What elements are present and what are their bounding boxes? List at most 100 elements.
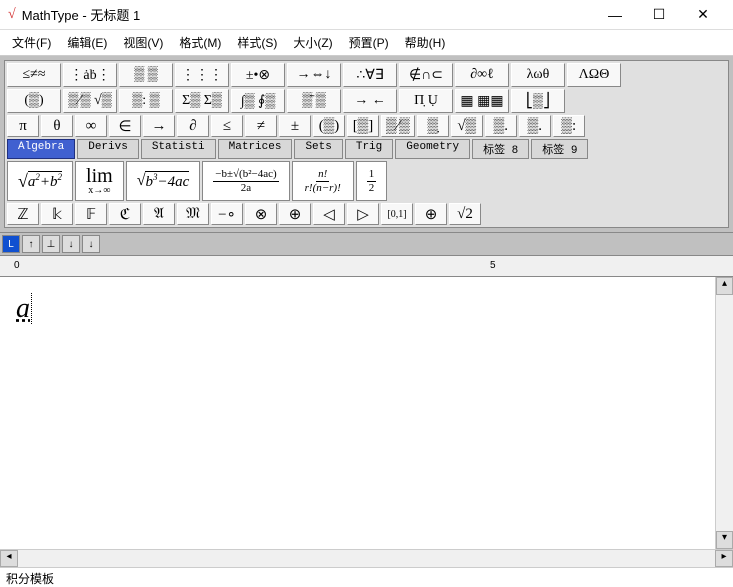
spaces-ellipses-button[interactable]: ⋮ȧḃ⋮ [63,63,117,87]
integral-templates-button[interactable]: ∫▒ ∮▒ [231,89,285,113]
set-theory-button[interactable]: ∉∩⊂ [399,63,453,87]
frak-f-button[interactable]: 𝔽 [75,203,107,225]
paren-slot-button[interactable]: (▒) [313,115,345,137]
menu-size[interactable]: 大小(Z) [285,32,340,53]
fraction-radical-button[interactable]: ▒⁄▒ √▒ [63,89,117,113]
category-tabs: Algebra Derivs Statisti Matrices Sets Tr… [7,139,726,159]
smalltab-3[interactable]: ⊥ [42,235,60,253]
scroll-up-icon[interactable]: ▴ [716,277,733,295]
box-templates-button[interactable]: ⎣▒⎦ [511,89,565,113]
scroll-right-icon[interactable]: ▸ [715,550,733,567]
arrow-symbols-button[interactable]: →⇔↓ [287,63,341,87]
tab-matrices[interactable]: Matrices [218,139,293,159]
limit-button[interactable]: limx→∞ [75,161,124,201]
menu-preferences[interactable]: 预置(P) [341,32,397,53]
fence-templates-button[interactable]: (▒) [7,89,61,113]
hscroll-track[interactable] [18,550,715,567]
sqrt-a2b2-button[interactable]: √a2+b2 [7,161,73,201]
tab-label9[interactable]: 标签 9 [531,139,588,159]
theta-button[interactable]: θ [41,115,73,137]
frak-c-button[interactable]: ℭ [109,203,141,225]
plusminus-button[interactable]: ± [279,115,311,137]
menu-view[interactable]: 视图(V) [115,32,171,53]
scroll-left-icon[interactable]: ◂ [0,550,18,567]
frak-a-button[interactable]: 𝔄 [143,203,175,225]
misc-symbols-button[interactable]: ∂∞ℓ [455,63,509,87]
tab-trig[interactable]: Trig [345,139,393,159]
smalltab-5[interactable]: ↓ [82,235,100,253]
smalltab-4[interactable]: ↓ [62,235,80,253]
tab-label8[interactable]: 标签 8 [472,139,529,159]
matrix-templates-button[interactable]: ▦ ▦▦ [455,89,509,113]
embellishments-button[interactable]: ▒ ▒ [119,63,173,87]
neq-button[interactable]: ≠ [245,115,277,137]
binomial-button[interactable]: n!r!(n−r)! [292,161,354,201]
minimize-button[interactable]: — [593,1,637,29]
fraction-slot-button[interactable]: ▒⁄▒ [381,115,415,137]
menu-format[interactable]: 格式(M) [171,32,229,53]
tensor-button[interactable]: ⊗ [245,203,277,225]
tab-sets[interactable]: Sets [294,139,342,159]
sqrt2-button[interactable]: √2 [449,203,481,225]
editor-content: a [16,293,32,324]
sqrt-discriminant-button[interactable]: √b3−4ac [126,161,201,201]
expression-row: √a2+b2 limx→∞ √b3−4ac −b±√(b²−4ac)2a n!r… [7,161,726,201]
vscroll-track[interactable] [716,295,733,531]
overbar-underbar-button[interactable]: ▒̄ ▒ [287,89,341,113]
pi-button[interactable]: π [7,115,39,137]
arrow-right-button[interactable]: → [143,115,175,137]
triangle-right-button[interactable]: ▷ [347,203,379,225]
frak-m-button[interactable]: 𝔐 [177,203,209,225]
product-set-button[interactable]: Π̣ Ụ [399,89,453,113]
one-half-button[interactable]: 12 [356,161,388,201]
relational-symbols-button[interactable]: ≤≠≈ [7,63,61,87]
quadratic-formula-button[interactable]: −b±√(b²−4ac)2a [202,161,289,201]
tab-statisti[interactable]: Statisti [141,139,216,159]
oplus-button[interactable]: ⊕ [279,203,311,225]
palette-row-1: ≤≠≈ ⋮ȧḃ⋮ ▒ ▒ ⋮⋮⋮ ±•⊗ →⇔↓ ∴∀∃ ∉∩⊂ ∂∞ℓ λωθ… [7,63,726,87]
summation-templates-button[interactable]: Σ▒ Σ▒ [175,89,229,113]
element-of-button[interactable]: ∈ [109,115,141,137]
smalltab-1[interactable]: L [2,235,20,253]
slot-a-button[interactable]: ▒. [485,115,517,137]
slot-c-button[interactable]: ▒: [553,115,585,137]
tab-geometry[interactable]: Geometry [395,139,470,159]
interval-01-button[interactable]: [0,1] [381,203,413,225]
close-button[interactable]: ✕ [681,1,725,29]
scroll-down-icon[interactable]: ▾ [716,531,733,549]
oplus2-button[interactable]: ⊕ [415,203,447,225]
triangle-left-button[interactable]: ◁ [313,203,345,225]
sqrt-slot-button[interactable]: √▒ [451,115,483,137]
editor-wrap: a ▴ ▾ [0,277,733,549]
smalltab-2[interactable]: ↑ [22,235,40,253]
labeled-arrow-button[interactable]: → ← [343,89,397,113]
dots-button[interactable]: ⋮⋮⋮ [175,63,229,87]
menu-edit[interactable]: 编辑(E) [59,32,115,53]
menu-style[interactable]: 样式(S) [229,32,285,53]
equation-editor[interactable]: a [0,277,715,549]
infinity-button[interactable]: ∞ [75,115,107,137]
operator-symbols-button[interactable]: ±•⊗ [231,63,285,87]
greek-lowercase-button[interactable]: λωθ [511,63,565,87]
tab-algebra[interactable]: Algebra [7,139,75,159]
status-bar: 积分模板 [0,567,733,587]
menu-help[interactable]: 帮助(H) [397,32,454,53]
partial-button[interactable]: ∂ [177,115,209,137]
subscript-slot-button[interactable]: ▒̣ [417,115,449,137]
menu-file[interactable]: 文件(F) [4,32,59,53]
vertical-scrollbar[interactable]: ▴ ▾ [715,277,733,549]
ruler-mark-5: 5 [490,260,496,271]
leq-button[interactable]: ≤ [211,115,243,137]
bb-k-button[interactable]: 𝕜 [41,203,73,225]
tab-derivs[interactable]: Derivs [77,139,139,159]
greek-uppercase-button[interactable]: ΛΩΘ [567,63,621,87]
slot-b-button[interactable]: ▒. [519,115,551,137]
subscript-superscript-button[interactable]: ▒: ▒ [119,89,173,113]
bracket-slot-button[interactable]: [▒] [347,115,379,137]
bb-z-button[interactable]: ℤ [7,203,39,225]
composition-button[interactable]: −∘ [211,203,243,225]
ruler[interactable]: 0 5 [0,255,733,277]
maximize-button[interactable]: ☐ [637,1,681,29]
horizontal-scrollbar[interactable]: ◂ ▸ [0,549,733,567]
logical-symbols-button[interactable]: ∴∀∃ [343,63,397,87]
